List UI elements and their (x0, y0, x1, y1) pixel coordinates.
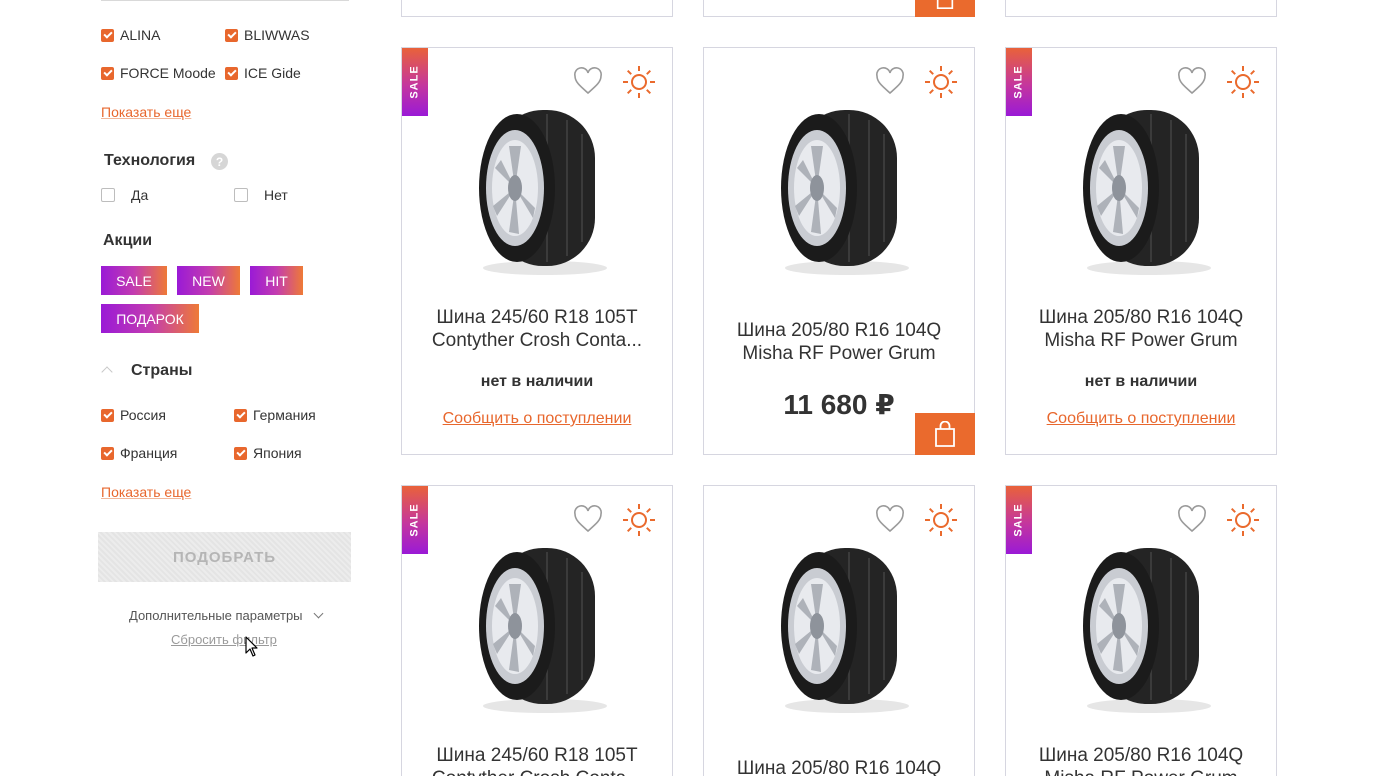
heart-icon[interactable] (875, 505, 905, 533)
sun-icon (925, 66, 957, 98)
tire-image (479, 548, 607, 713)
checkbox-checked-icon[interactable] (101, 446, 114, 460)
notify-link[interactable]: Сообщить о поступлении (1006, 410, 1276, 428)
heart-icon[interactable] (875, 67, 905, 95)
sun-icon (925, 504, 957, 536)
promo-tag-gift[interactable]: ПОДАРОК (101, 304, 199, 333)
heart-icon[interactable] (573, 505, 603, 533)
promo-tag-sale[interactable]: SALE (101, 266, 167, 295)
country-label: Франция (120, 445, 178, 461)
countries-show-more-link[interactable]: Показать еще (101, 484, 191, 500)
sun-icon (623, 504, 655, 536)
heart-icon[interactable] (573, 67, 603, 95)
checkbox-checked-icon[interactable] (101, 28, 114, 42)
technology-checkbox-yes[interactable]: Да (101, 187, 148, 203)
countries-title[interactable]: Страны (131, 362, 192, 380)
sun-icon (623, 66, 655, 98)
country-checkbox-japan[interactable]: Япония (234, 445, 302, 461)
add-to-cart-button[interactable] (915, 0, 975, 17)
technology-option-label: Нет (264, 187, 288, 203)
promo-tag-hit[interactable]: HIT (250, 266, 303, 295)
brand-label: ICE Gide (244, 65, 301, 81)
country-label: Германия (253, 407, 316, 423)
checkbox-checked-icon[interactable] (234, 408, 247, 422)
brand-label: ALINA (120, 27, 161, 43)
checkbox-empty-icon[interactable] (101, 188, 115, 202)
technology-checkbox-no[interactable]: Нет (234, 187, 288, 203)
brand-label: BLIWWAS (244, 27, 310, 43)
promos-title: Акции (103, 232, 153, 249)
tire-image (1083, 110, 1211, 275)
promo-tag-new[interactable]: NEW (177, 266, 240, 295)
sale-ribbon: SALE (1006, 48, 1032, 116)
product-title[interactable]: Шина 205/80 R16 104Q Misha RF Power Grum (714, 319, 964, 365)
divider (101, 0, 349, 1)
country-checkbox-france[interactable]: Франция (101, 445, 177, 461)
checkbox-checked-icon[interactable] (101, 408, 114, 422)
chevron-down-icon (313, 608, 323, 619)
country-label: Россия (120, 407, 166, 423)
stock-status: нет в наличии (480, 373, 594, 390)
country-checkbox-russia[interactable]: Россия (101, 407, 166, 423)
product-card-partial[interactable] (401, 0, 673, 17)
product-title[interactable]: Шина 205/80 R16 104Q Misha RF Power Grum (1016, 744, 1266, 776)
mouse-cursor-icon (245, 636, 258, 657)
brand-checkbox-bliwwas[interactable]: BLIWWAS (225, 27, 310, 43)
product-title[interactable]: Шина 245/60 R18 105T Contyther Crosh Con… (412, 744, 662, 776)
product-card[interactable]: SALE Шина 245/60 R18 105T Contyther Cros… (401, 485, 673, 776)
product-card[interactable]: Шина 205/80 R16 104Q (703, 485, 975, 776)
sale-ribbon: SALE (1006, 486, 1032, 554)
add-to-cart-button[interactable] (915, 413, 975, 455)
submit-filter-button[interactable]: ПОДОБРАТЬ (98, 532, 351, 582)
stock-status: нет в наличии (1084, 373, 1198, 390)
tire-image (781, 110, 909, 275)
filter-sidebar: ALINA BLIWWAS FORCE Moode ICE Gide Показ… (0, 0, 370, 776)
product-card[interactable]: SALE Шина 205/80 R16 104Q Misha RF Power… (1005, 47, 1277, 455)
extra-params-toggle[interactable]: Дополнительные параметры (129, 608, 323, 623)
brands-show-more-link[interactable]: Показать еще (101, 104, 191, 120)
brand-checkbox-ice-gide[interactable]: ICE Gide (225, 65, 301, 81)
product-card-partial[interactable] (703, 0, 975, 17)
product-title[interactable]: Шина 205/80 R16 104Q (714, 757, 964, 776)
sun-icon (1227, 66, 1259, 98)
question-icon[interactable]: ? (211, 153, 228, 170)
brand-label: FORCE Moode (120, 65, 216, 81)
brand-checkbox-alina[interactable]: ALINA (101, 27, 160, 43)
product-card-partial[interactable] (1005, 0, 1277, 17)
product-card[interactable]: SALE Шина 205/80 R16 104Q Misha RF Power… (1005, 485, 1277, 776)
checkbox-checked-icon[interactable] (101, 66, 114, 80)
checkbox-checked-icon[interactable] (225, 28, 238, 42)
shopping-bag-icon (935, 421, 955, 447)
brand-checkbox-force-moode[interactable]: FORCE Moode (101, 65, 216, 81)
product-title[interactable]: Шина 245/60 R18 105T Contyther Crosh Con… (412, 306, 662, 352)
chevron-up-icon[interactable] (101, 366, 113, 378)
reset-filter-link[interactable]: Сбросить фильтр (171, 632, 277, 647)
product-title[interactable]: Шина 205/80 R16 104Q Misha RF Power Grum (1016, 306, 1266, 352)
tire-image (479, 110, 607, 275)
tire-image (781, 548, 909, 713)
shopping-bag-icon (936, 0, 954, 9)
country-label: Япония (253, 445, 302, 461)
notify-link[interactable]: Сообщить о поступлении (402, 410, 672, 428)
heart-icon[interactable] (1177, 67, 1207, 95)
sale-ribbon: SALE (402, 486, 428, 554)
sun-icon (1227, 504, 1259, 536)
tire-image (1083, 548, 1211, 713)
technology-title: Технология (104, 152, 196, 169)
checkbox-empty-icon[interactable] (234, 188, 248, 202)
sale-ribbon: SALE (402, 48, 428, 116)
technology-option-label: Да (131, 187, 149, 203)
heart-icon[interactable] (1177, 505, 1207, 533)
product-card[interactable]: Шина 205/80 R16 104Q Misha RF Power Grum… (703, 47, 975, 455)
checkbox-checked-icon[interactable] (225, 66, 238, 80)
extra-params-label: Дополнительные параметры (129, 608, 303, 623)
checkbox-checked-icon[interactable] (234, 446, 247, 460)
country-checkbox-germany[interactable]: Германия (234, 407, 316, 423)
product-card[interactable]: SALE Шина 245/60 R18 105T Contyther Cros… (401, 47, 673, 455)
